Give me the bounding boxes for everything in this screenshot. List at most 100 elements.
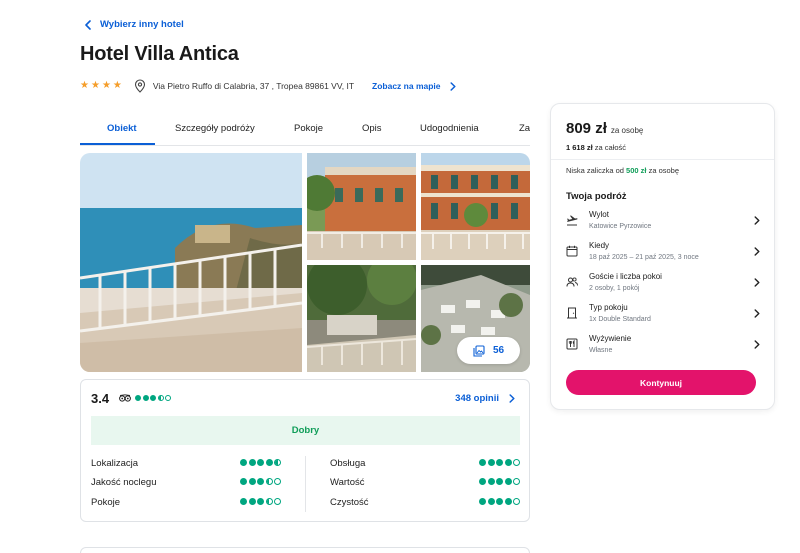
rating-bubble xyxy=(135,395,141,401)
gallery-photo-4[interactable] xyxy=(307,265,416,372)
trip-row-label: Wylot xyxy=(589,210,609,219)
tab-udogodnienia[interactable]: Udogodnienia xyxy=(420,123,479,134)
rating-bubble xyxy=(496,498,503,505)
criterion-label: Obsługa xyxy=(330,458,366,469)
criterion-bubbles xyxy=(479,498,520,505)
rating-bubble xyxy=(257,478,264,485)
divider xyxy=(551,159,774,160)
deposit-suffix: za osobę xyxy=(648,166,680,175)
rating-bubble xyxy=(479,498,486,505)
calendar-icon xyxy=(566,245,578,257)
next-section-card xyxy=(80,547,530,553)
rating-bubble xyxy=(504,478,512,485)
rating-bubble xyxy=(257,498,264,505)
chevron-right-icon xyxy=(754,278,760,287)
total-price: 1 618 zł za całość xyxy=(566,143,626,152)
rating-bubble xyxy=(479,459,486,466)
tab-opis[interactable]: Opis xyxy=(362,123,382,134)
rating-bubble xyxy=(487,478,495,485)
price: 809 zł za osobę xyxy=(566,120,643,137)
trip-row-value: 2 osoby, 1 pokój xyxy=(589,285,640,292)
trip-row-label: Typ pokoju xyxy=(589,303,628,312)
criterion-bubbles xyxy=(479,478,520,485)
total-price-value: 1 618 zł xyxy=(566,143,593,152)
criteria-divider xyxy=(305,456,306,512)
rating-bubble xyxy=(513,478,520,485)
rating-bubble xyxy=(142,395,149,401)
location-pin-icon xyxy=(134,79,145,93)
hotel-address: Via Pietro Ruffo di Calabria, 37 , Trope… xyxy=(152,81,355,91)
tripadvisor-owl-icon xyxy=(119,394,131,402)
rating-bubble xyxy=(487,498,495,505)
trip-heading: Twoja podróż xyxy=(566,191,627,202)
back-link-label: Wybierz inny hotel xyxy=(100,19,184,30)
trip-row-guests[interactable]: Goście i liczba pokoi 2 osoby, 1 pokój xyxy=(563,271,763,297)
rating-score: 3.4 xyxy=(91,391,110,406)
star-icon: ★ xyxy=(80,80,89,91)
rating-bubble xyxy=(274,459,281,466)
criterion-label: Wartość xyxy=(330,477,365,488)
criterion-bubbles xyxy=(479,459,520,466)
chevron-right-icon xyxy=(754,216,760,225)
show-on-map-link[interactable]: Zobacz na mapie xyxy=(372,81,456,91)
rating-bubble xyxy=(240,478,247,485)
rating-bubble xyxy=(240,498,247,505)
trip-row-board[interactable]: Wyżywienie Własne xyxy=(563,333,763,359)
rating-bubble xyxy=(248,498,256,505)
photo-gallery: 56 xyxy=(80,153,530,372)
reviews-link[interactable]: 348 opinii xyxy=(455,393,515,404)
gallery-photo-3[interactable] xyxy=(421,153,530,260)
guests-icon xyxy=(566,277,578,287)
tab-obiekt[interactable]: Obiekt xyxy=(107,123,137,134)
rating-bubble xyxy=(496,478,503,485)
criterion-bubbles xyxy=(240,478,281,485)
chevron-right-icon xyxy=(509,394,515,403)
photos-icon xyxy=(473,344,485,357)
chevron-left-icon xyxy=(85,19,91,30)
criterion-bubbles xyxy=(240,459,281,466)
all-photos-button[interactable]: 56 xyxy=(457,337,520,364)
door-icon xyxy=(567,307,577,319)
map-link-label: Zobacz na mapie xyxy=(372,81,441,91)
back-to-hotels-link[interactable]: Wybierz inny hotel xyxy=(84,19,184,30)
rating-bubble xyxy=(150,395,156,401)
chevron-right-icon xyxy=(754,309,760,318)
active-tab-indicator xyxy=(80,143,155,145)
rating-bubble xyxy=(496,459,503,466)
star-icon: ★ xyxy=(90,80,100,91)
gallery-photo-2[interactable] xyxy=(307,153,416,260)
hotel-meta: ★ ★ ★ ★ Via Pietro Ruffo di Calabria, 37… xyxy=(80,78,456,94)
trip-row-value: 1x Double Standard xyxy=(589,316,651,323)
tripadvisor-rating xyxy=(119,394,171,402)
deposit-info: Niska zaliczka od 500 zł za osobę xyxy=(566,166,679,175)
trip-row-label: Goście i liczba pokoi xyxy=(589,272,662,281)
price-per-person: 809 zł xyxy=(566,120,607,137)
rating-bubble xyxy=(165,395,171,401)
rating-bubble xyxy=(504,459,512,466)
plane-icon xyxy=(567,215,578,226)
tab-szczegoly-podrozy[interactable]: Szczegóły podróży xyxy=(175,123,255,134)
continue-button[interactable]: Kontynuuj xyxy=(566,370,756,395)
criterion-label: Pokoje xyxy=(91,497,121,508)
trip-row-departure[interactable]: Wylot Katowice Pyrzowice xyxy=(563,209,763,235)
gallery-photo-main[interactable] xyxy=(80,153,302,372)
rating-card: 3.4 348 opinii Dobry Lokalizacja Obsługa… xyxy=(80,379,530,522)
star-icon: ★ xyxy=(101,80,111,91)
total-price-label: za całość xyxy=(594,143,627,152)
chevron-right-icon xyxy=(754,247,760,256)
rating-bubble xyxy=(265,478,273,485)
reviews-count: 348 opinii xyxy=(455,393,499,404)
trip-row-dates[interactable]: Kiedy 18 paź 2025 – 21 paź 2025, 3 noce xyxy=(563,240,763,266)
section-tabs: Obiekt Szczegóły podróży Pokoje Opis Udo… xyxy=(80,114,530,146)
criterion-label: Lokalizacja xyxy=(91,458,138,469)
trip-row-room-type[interactable]: Typ pokoju 1x Double Standard xyxy=(563,302,763,328)
rating-bubble xyxy=(265,498,273,505)
tab-za[interactable]: Za xyxy=(519,123,530,134)
trip-row-label: Kiedy xyxy=(589,241,610,250)
criterion-label: Jakość noclegu xyxy=(91,477,157,488)
tab-pokoje[interactable]: Pokoje xyxy=(294,123,323,134)
price-per-label: za osobę xyxy=(610,126,644,135)
trip-row-value: 18 paź 2025 – 21 paź 2025, 3 noce xyxy=(589,254,699,261)
rating-bubbles xyxy=(135,395,171,401)
rating-bubble xyxy=(274,478,281,485)
